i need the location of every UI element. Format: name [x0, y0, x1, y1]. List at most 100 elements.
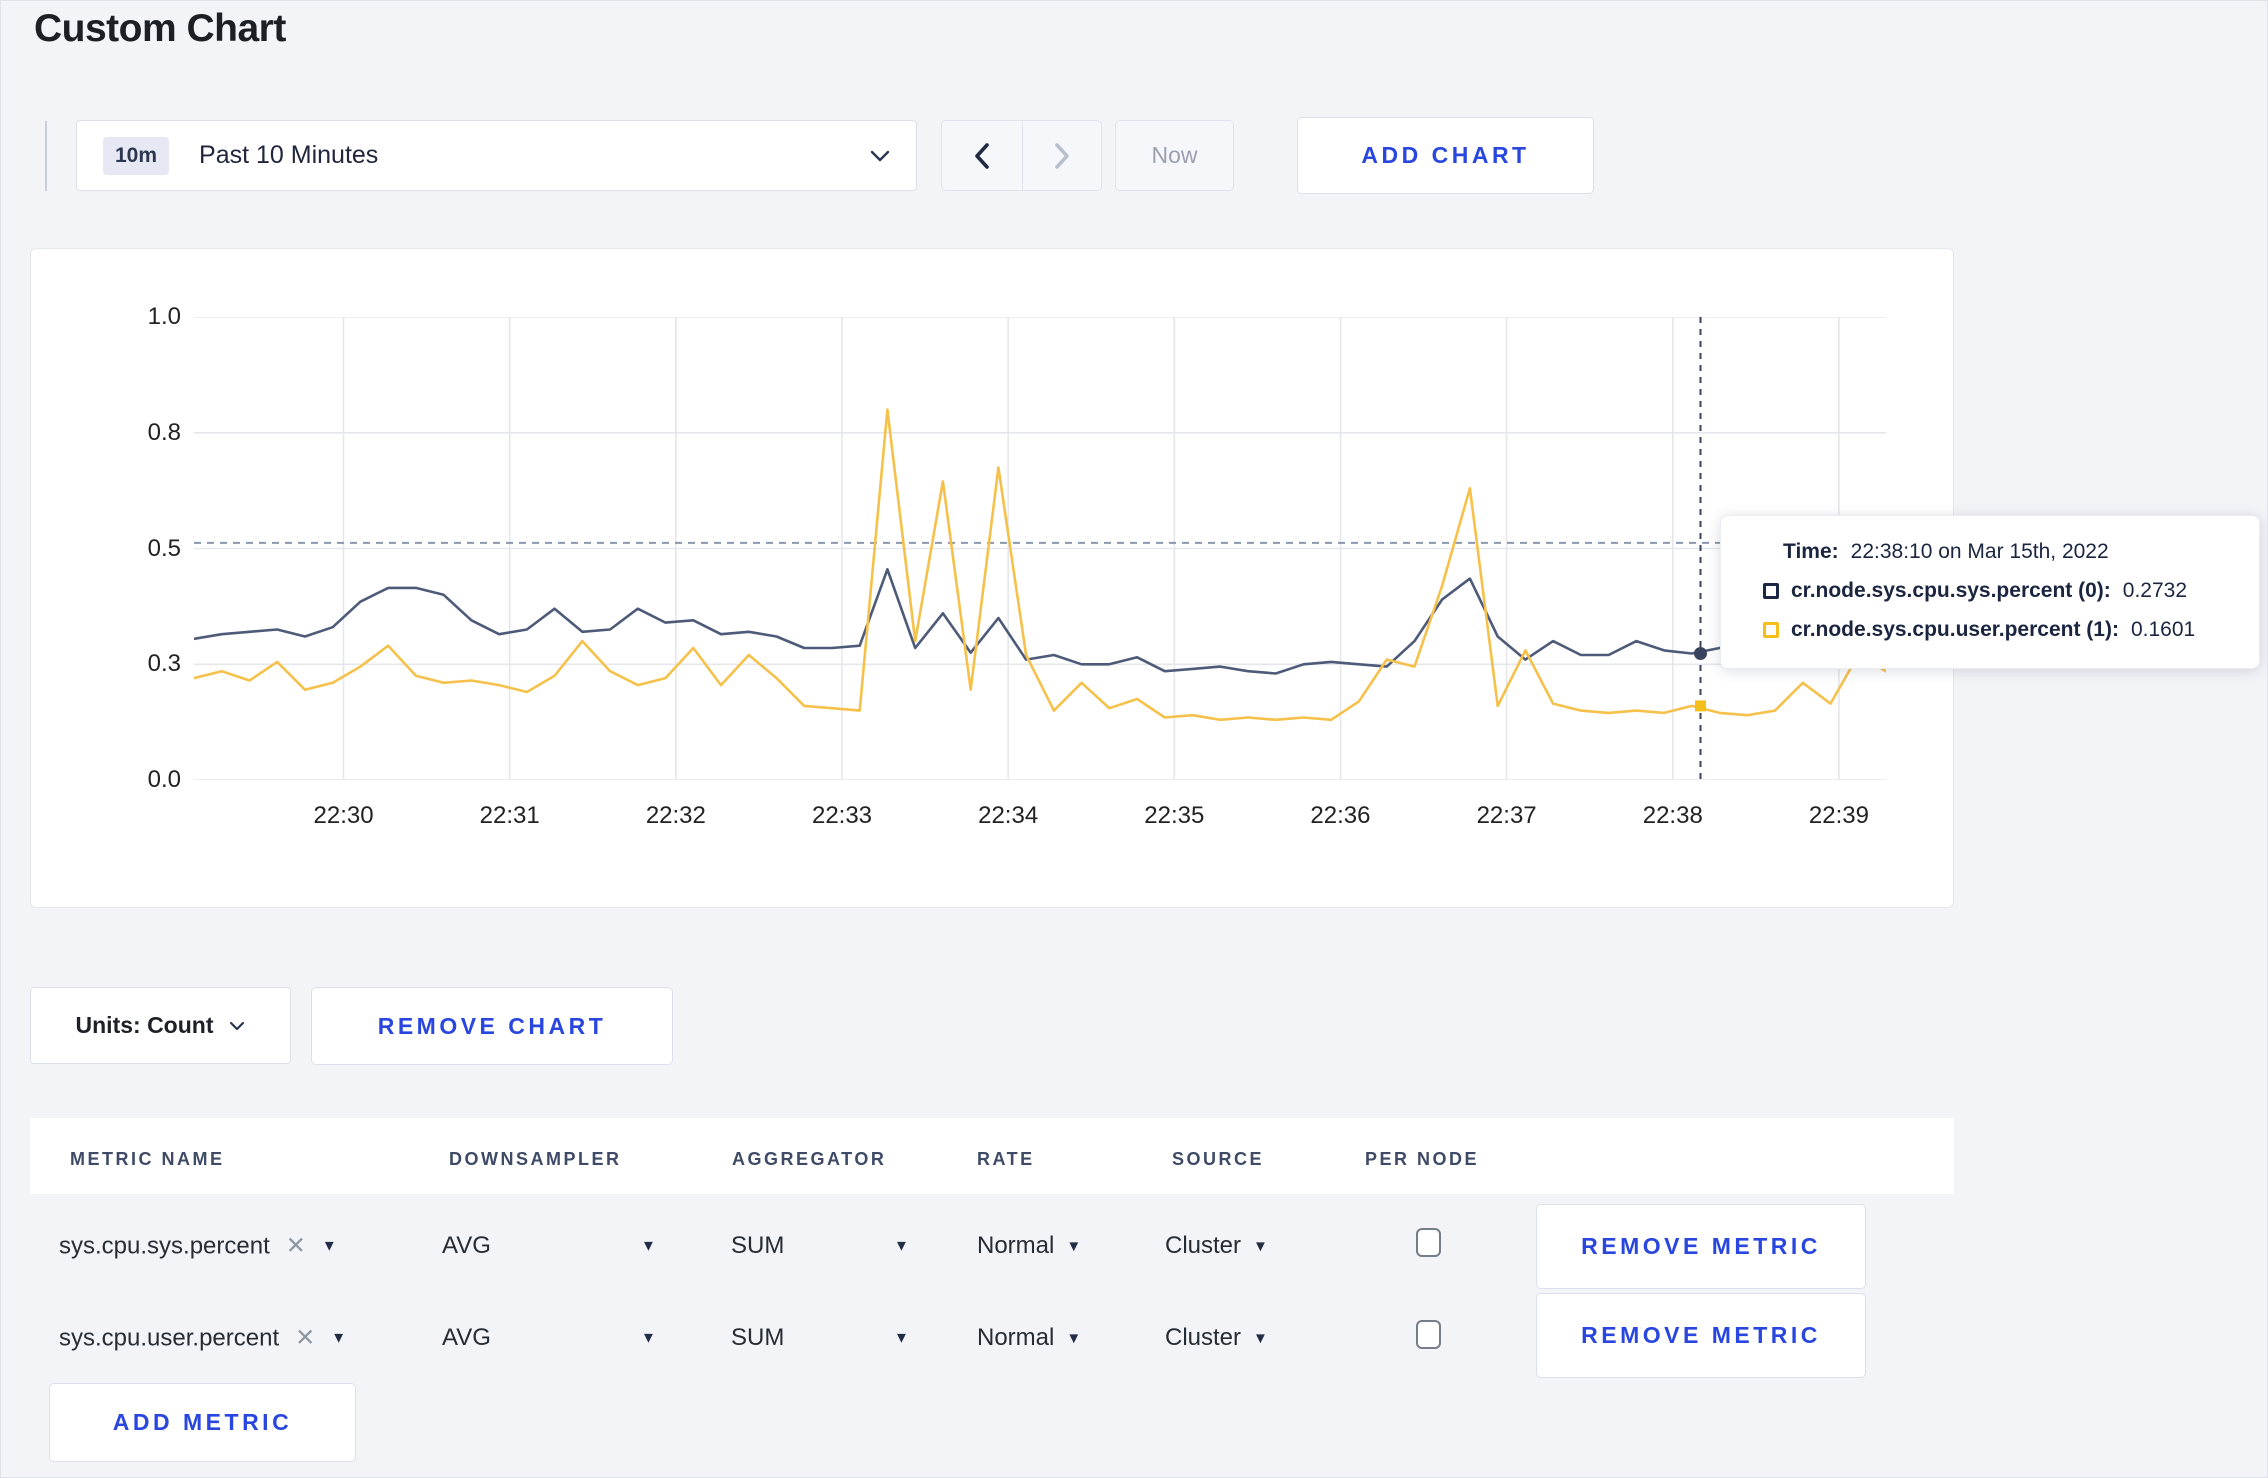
step-back-button[interactable] — [942, 121, 1022, 190]
hover-point-marker-sys — [1694, 647, 1707, 660]
time-range-label: Past 10 Minutes — [199, 141, 379, 169]
tooltip-sys-value: 0.2732 — [2122, 579, 2188, 602]
units-dropdown[interactable]: Units: Count — [30, 987, 291, 1064]
rate-value: Normal — [977, 1324, 1055, 1351]
downsampler-select[interactable]: AVG — [442, 1324, 491, 1352]
metric-name-value: sys.cpu.sys.percent — [59, 1232, 270, 1259]
metric-name-value: sys.cpu.user.percent — [59, 1324, 280, 1351]
rate-value: Normal — [977, 1232, 1055, 1259]
chevron-down-icon — [230, 1021, 245, 1030]
x-axis-label: 22:33 — [811, 802, 873, 829]
caret-down-icon[interactable]: ▼ — [894, 1238, 909, 1255]
add-chart-button[interactable]: ADD CHART — [1297, 117, 1594, 194]
col-header-metric-name: METRIC NAME — [70, 1149, 225, 1169]
step-forward-button[interactable] — [1021, 121, 1102, 190]
remove-metric-button[interactable]: REMOVE METRIC — [1536, 1293, 1866, 1378]
y-axis-label: 0.3 — [147, 650, 181, 678]
time-range-dropdown[interactable]: 10m Past 10 Minutes — [76, 120, 917, 191]
source-select[interactable]: Cluster ▼ — [1165, 1232, 1268, 1260]
clear-metric-icon[interactable]: ✕ — [295, 1324, 315, 1353]
chevron-right-icon — [1054, 142, 1069, 169]
caret-down-icon: ▼ — [1253, 1329, 1268, 1347]
caret-down-icon: ▼ — [1066, 1237, 1082, 1255]
remove-chart-button[interactable]: REMOVE CHART — [311, 987, 673, 1065]
tooltip-series-row: cr.node.sys.cpu.sys.percent (0): 0.2732 — [1763, 579, 2231, 603]
x-axis-label: 22:36 — [1310, 802, 1371, 829]
line-chart-plot[interactable] — [194, 317, 1886, 780]
x-axis-label: 22:35 — [1144, 802, 1205, 829]
hover-point-marker-user — [1695, 700, 1706, 712]
tooltip-time-row: Time: 22:38:10 on Mar 15th, 2022 — [1763, 540, 2231, 564]
y-axis-label: 0.5 — [147, 534, 181, 562]
aggregator-value: SUM — [731, 1324, 785, 1351]
caret-down-icon: ▼ — [1066, 1329, 1082, 1347]
downsampler-select[interactable]: AVG — [442, 1232, 491, 1260]
tooltip-time-title: Time: — [1783, 540, 1839, 563]
series-line — [194, 408, 1886, 722]
tooltip-series-row: cr.node.sys.cpu.user.percent (1): 0.1601 — [1763, 618, 2231, 642]
col-header-source: SOURCE — [1172, 1149, 1265, 1169]
user-series-swatch-icon — [1763, 622, 1779, 638]
col-header-rate: RATE — [977, 1149, 1035, 1169]
add-metric-label: ADD METRIC — [112, 1409, 293, 1435]
add-metric-button[interactable]: ADD METRIC — [49, 1383, 356, 1462]
now-button[interactable]: Now — [1115, 120, 1234, 191]
aggregator-select[interactable]: SUM — [731, 1232, 784, 1260]
col-header-per-node: PER NODE — [1365, 1149, 1480, 1169]
x-axis-label: 22:38 — [1642, 802, 1703, 829]
rate-select[interactable]: Normal ▼ — [977, 1324, 1081, 1352]
tooltip-sys-label: cr.node.sys.cpu.sys.percent (0): — [1791, 579, 2111, 602]
toolbar-divider — [45, 121, 47, 191]
remove-metric-label: REMOVE METRIC — [1581, 1322, 1821, 1348]
x-axis-label: 22:30 — [313, 802, 374, 829]
y-axis-label: 0.0 — [147, 766, 181, 793]
add-chart-label: ADD CHART — [1361, 142, 1530, 168]
x-axis-label: 22:31 — [479, 802, 540, 829]
source-value: Cluster — [1165, 1232, 1242, 1259]
remove-chart-label: REMOVE CHART — [377, 1012, 607, 1039]
x-axis-label: 22:37 — [1476, 802, 1537, 829]
time-range-badge: 10m — [103, 136, 170, 175]
sys-series-swatch-icon — [1763, 583, 1779, 599]
clear-metric-icon[interactable]: ✕ — [286, 1232, 306, 1261]
units-label: Units: Count — [75, 1012, 214, 1038]
chevron-down-icon — [870, 150, 890, 161]
rate-select[interactable]: Normal ▼ — [977, 1232, 1081, 1260]
metric-row: sys.cpu.user.percent ✕ ▼ AVG ▼ SUM ▼ Nor… — [1, 1292, 2267, 1384]
x-axis-label: 22:34 — [978, 802, 1039, 829]
remove-metric-label: REMOVE METRIC — [1581, 1233, 1821, 1259]
tooltip-time-value: 22:38:10 on Mar 15th, 2022 — [1850, 540, 2109, 563]
now-button-label: Now — [1151, 142, 1198, 168]
tooltip-user-value: 0.1601 — [2130, 618, 2196, 641]
per-node-checkbox[interactable] — [1416, 1320, 1441, 1350]
chart-hover-tooltip: Time: 22:38:10 on Mar 15th, 2022 cr.node… — [1720, 515, 2260, 669]
col-header-downsampler: DOWNSAMPLER — [449, 1149, 622, 1169]
source-value: Cluster — [1165, 1324, 1242, 1351]
x-axis-label: 22:32 — [645, 802, 706, 829]
tooltip-user-label: cr.node.sys.cpu.user.percent (1): — [1791, 618, 2119, 641]
chart-card: Time: 22:38:10 on Mar 15th, 2022 cr.node… — [30, 248, 2260, 908]
y-axis-label: 1.0 — [147, 303, 181, 330]
series-line — [194, 568, 1886, 675]
downsampler-value: AVG — [442, 1324, 491, 1351]
source-select[interactable]: Cluster ▼ — [1165, 1324, 1268, 1352]
metric-name-select[interactable]: sys.cpu.sys.percent ✕ ▼ — [59, 1232, 337, 1261]
caret-down-icon[interactable]: ▼ — [641, 1330, 656, 1347]
col-header-aggregator: AGGREGATOR — [732, 1149, 887, 1169]
metric-row: sys.cpu.sys.percent ✕ ▼ AVG ▼ SUM ▼ Norm… — [1, 1200, 2267, 1292]
aggregator-select[interactable]: SUM — [731, 1324, 784, 1352]
time-step-button-group — [941, 120, 1102, 191]
caret-down-icon: ▼ — [321, 1237, 337, 1255]
caret-down-icon[interactable]: ▼ — [641, 1238, 656, 1255]
caret-down-icon[interactable]: ▼ — [894, 1330, 909, 1347]
per-node-checkbox[interactable] — [1416, 1228, 1441, 1258]
y-axis-label: 0.8 — [147, 418, 181, 446]
downsampler-value: AVG — [442, 1232, 491, 1259]
remove-metric-button[interactable]: REMOVE METRIC — [1536, 1204, 1866, 1289]
metric-name-select[interactable]: sys.cpu.user.percent ✕ ▼ — [59, 1324, 346, 1353]
custom-chart-page: Custom Chart 10m Past 10 Minutes Now ADD… — [0, 0, 2268, 1478]
chevron-left-icon — [974, 142, 989, 169]
aggregator-value: SUM — [731, 1232, 785, 1259]
page-title: Custom Chart — [34, 7, 286, 50]
x-axis-label: 22:39 — [1808, 802, 1869, 829]
